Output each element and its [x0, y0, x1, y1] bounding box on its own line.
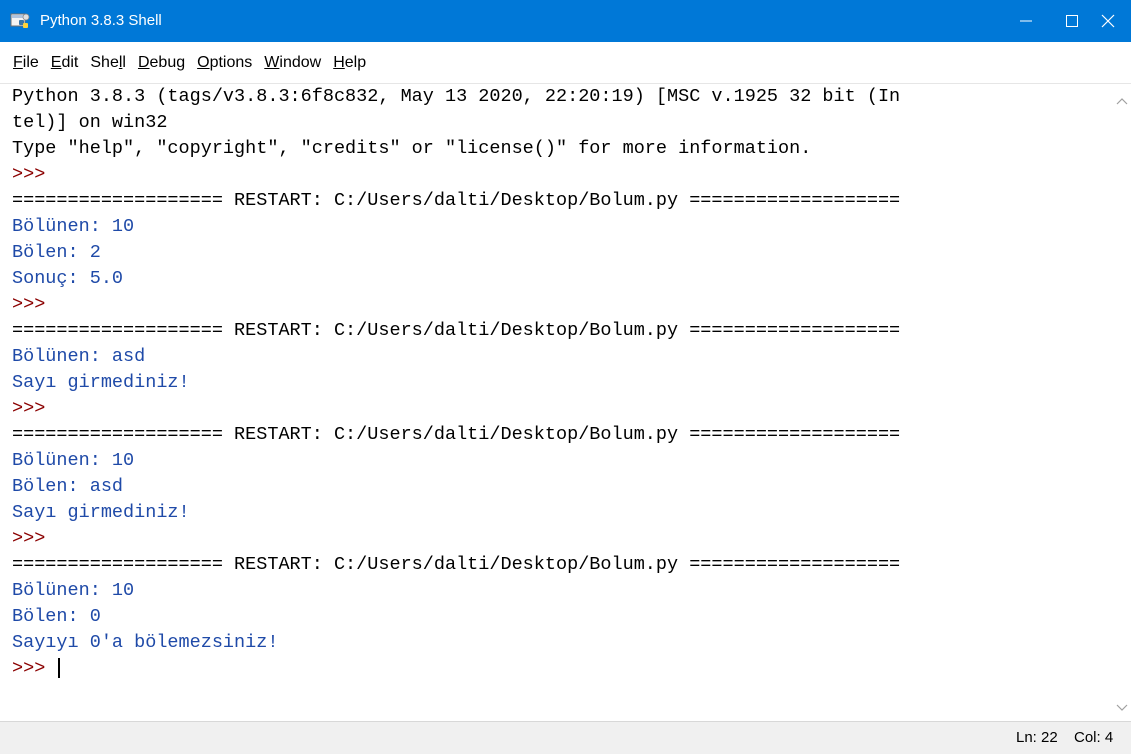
shell-line-text: Bölünen: 10: [12, 450, 135, 471]
shell-line-text: =================== RESTART: C:/Users/da…: [12, 190, 901, 211]
shell-output-line: Sayıyı 0'a bölemezsiniz!: [12, 630, 900, 656]
menu-bar: File Edit Shell Debug Options Window Hel…: [0, 42, 1131, 84]
vertical-scrollbar[interactable]: [1113, 84, 1131, 721]
menu-options[interactable]: Options: [196, 54, 253, 72]
shell-prompt-line: >>>: [12, 292, 900, 318]
shell-line-text: =================== RESTART: C:/Users/da…: [12, 320, 901, 341]
shell-line-text: >>>: [12, 398, 57, 419]
shell-output-line: Sonuç: 5.0: [12, 266, 900, 292]
shell-output-line: Bölen: 0: [12, 604, 900, 630]
shell-line-text: >>>: [12, 528, 57, 549]
shell-line-text: =================== RESTART: C:/Users/da…: [12, 554, 901, 575]
shell-output-line: Type "help", "copyright", "credits" or "…: [12, 136, 900, 162]
shell-output-line: Bölünen: asd: [12, 344, 900, 370]
shell-output-line: Bölünen: 10: [12, 578, 900, 604]
scroll-up-arrow-icon[interactable]: [1116, 92, 1128, 110]
close-button[interactable]: [1085, 0, 1131, 42]
line-number-indicator: Ln: 22: [1016, 729, 1058, 746]
shell-prompt-line: >>>: [12, 656, 900, 682]
window-title: Python 3.8.3 Shell: [40, 12, 162, 29]
shell-prompt-line: >>>: [12, 396, 900, 422]
title-bar: Python 3.8.3 Shell: [0, 0, 1131, 42]
shell-output: Python 3.8.3 (tags/v3.8.3:6f8c832, May 1…: [12, 84, 900, 682]
shell-output-line: tel)] on win32: [12, 110, 900, 136]
shell-line-text: Sonuç: 5.0: [12, 268, 124, 289]
close-icon: [1101, 14, 1115, 28]
shell-line-text: Bölünen: 10: [12, 580, 135, 601]
shell-line-text: Bölen: 2: [12, 242, 101, 263]
status-bar: Ln: 22 Col: 4: [0, 721, 1131, 754]
shell-prompt-line: >>>: [12, 162, 900, 188]
shell-line-text: Bölünen: asd: [12, 346, 146, 367]
shell-output-line: Bölen: 2: [12, 240, 900, 266]
shell-line-text: >>>: [12, 164, 57, 185]
text-cursor: [58, 658, 61, 679]
shell-output-line: Bölünen: 10: [12, 448, 900, 474]
shell-output-line: Sayı girmediniz!: [12, 500, 900, 526]
scroll-down-arrow-icon[interactable]: [1116, 699, 1128, 717]
shell-line-text: Type "help", "copyright", "credits" or "…: [12, 138, 812, 159]
shell-line-text: =================== RESTART: C:/Users/da…: [12, 424, 901, 445]
shell-line-text: >>>: [12, 294, 57, 315]
menu-edit[interactable]: Edit: [50, 54, 80, 72]
shell-output-line: Bölen: asd: [12, 474, 900, 500]
shell-output-line: =================== RESTART: C:/Users/da…: [12, 318, 900, 344]
shell-line-text: Sayı girmediniz!: [12, 502, 190, 523]
python-idle-icon[interactable]: [10, 11, 32, 31]
column-number-indicator: Col: 4: [1074, 729, 1114, 746]
maximize-icon: [1066, 15, 1078, 27]
menu-shell[interactable]: Shell: [89, 54, 127, 72]
shell-output-line: Sayı girmediniz!: [12, 370, 900, 396]
shell-output-line: =================== RESTART: C:/Users/da…: [12, 422, 900, 448]
shell-line-text: Sayı girmediniz!: [12, 372, 190, 393]
shell-line-text: Sayıyı 0'a bölemezsiniz!: [12, 632, 279, 653]
shell-line-text: >>>: [12, 658, 57, 679]
menu-file[interactable]: File: [12, 54, 40, 72]
shell-line-text: Python 3.8.3 (tags/v3.8.3:6f8c832, May 1…: [12, 86, 901, 107]
shell-line-text: Bölünen: 10: [12, 216, 135, 237]
minimize-button[interactable]: [1003, 0, 1049, 42]
shell-line-text: tel)] on win32: [12, 112, 168, 133]
menu-help[interactable]: Help: [332, 54, 367, 72]
shell-line-text: Bölen: 0: [12, 606, 101, 627]
shell-output-line: Python 3.8.3 (tags/v3.8.3:6f8c832, May 1…: [12, 84, 900, 110]
shell-line-text: Bölen: asd: [12, 476, 124, 497]
menu-window[interactable]: Window: [263, 54, 322, 72]
minimize-icon: [1020, 20, 1032, 22]
shell-text-area[interactable]: Python 3.8.3 (tags/v3.8.3:6f8c832, May 1…: [0, 84, 1113, 721]
shell-output-line: =================== RESTART: C:/Users/da…: [12, 552, 900, 578]
shell-prompt-line: >>>: [12, 526, 900, 552]
menu-debug[interactable]: Debug: [137, 54, 186, 72]
shell-output-line: =================== RESTART: C:/Users/da…: [12, 188, 900, 214]
shell-output-line: Bölünen: 10: [12, 214, 900, 240]
